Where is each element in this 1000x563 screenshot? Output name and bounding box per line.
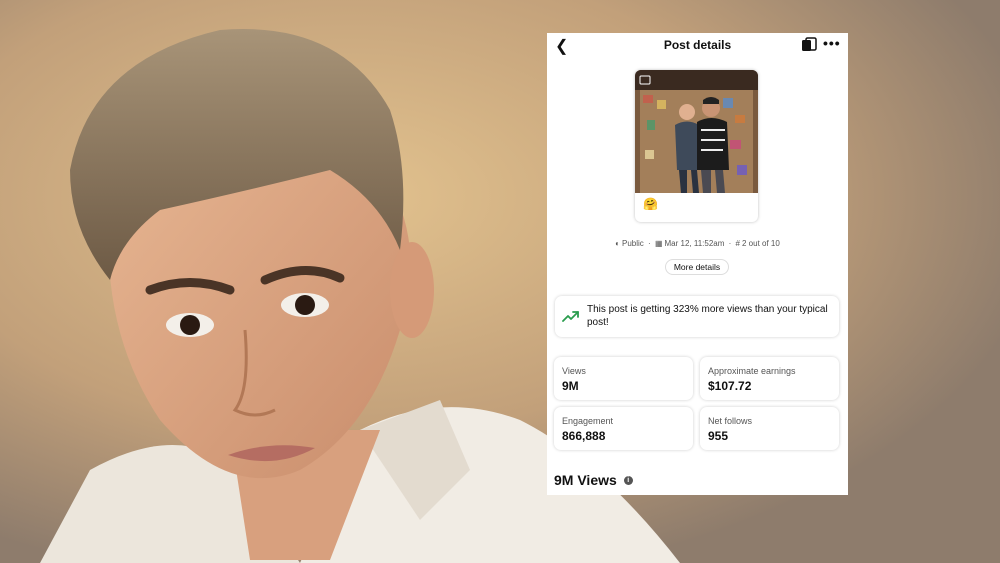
info-icon[interactable]: i [623,475,633,485]
more-details-button[interactable]: More details [665,259,729,275]
background-portrait-photo [0,0,1000,563]
insight-text: This post is getting 323% more views tha… [587,304,828,328]
views-section-heading: 9M Views i [554,472,633,488]
page-title: Post details [663,38,732,52]
stat-card-earnings[interactable]: Approximate earnings $107.72 [700,357,839,400]
more-horizontal-icon[interactable]: ••• [823,35,841,51]
post-date: Mar 12, 11:52am [664,239,725,248]
stat-value: 9M [562,379,579,393]
stat-value: 955 [708,429,729,443]
chevron-left-icon[interactable]: ❮ [555,36,568,56]
post-details-screen: ❮ Post details ••• 🤗 ◐ Public · ▦ Mar 12… [547,33,848,495]
calendar-icon: ▦ [654,239,663,248]
post-rank: 2 out of 10 [742,239,780,248]
visibility-label: Public [622,239,644,248]
post-image [635,70,758,193]
stat-value: 866,888 [562,429,606,443]
stat-label: Net follows [708,416,753,426]
stat-label: Approximate earnings [708,366,796,376]
insight-banner: This post is getting 323% more views tha… [555,296,839,337]
stat-label: Engagement [562,416,614,426]
top-bar: ❮ Post details ••• [547,33,848,57]
post-thumbnail-card[interactable]: 🤗 [635,70,758,222]
stat-card-engagement[interactable]: Engagement 866,888 [554,407,693,450]
copy-icon[interactable] [801,37,817,51]
post-caption-emoji: 🤗 [643,197,658,211]
stat-label: Views [562,366,586,376]
stat-card-views[interactable]: Views 9M [554,357,693,400]
stat-value: $107.72 [708,379,752,393]
stat-card-net-follows[interactable]: Net follows 955 [700,407,839,450]
views-heading-text: 9M Views [554,472,617,488]
globe-icon: ◐ [615,239,621,248]
post-meta: ◐ Public · ▦ Mar 12, 11:52am · #2 out of 1… [615,239,780,248]
hashtag-icon: # [735,239,740,248]
trending-up-icon [562,311,579,322]
